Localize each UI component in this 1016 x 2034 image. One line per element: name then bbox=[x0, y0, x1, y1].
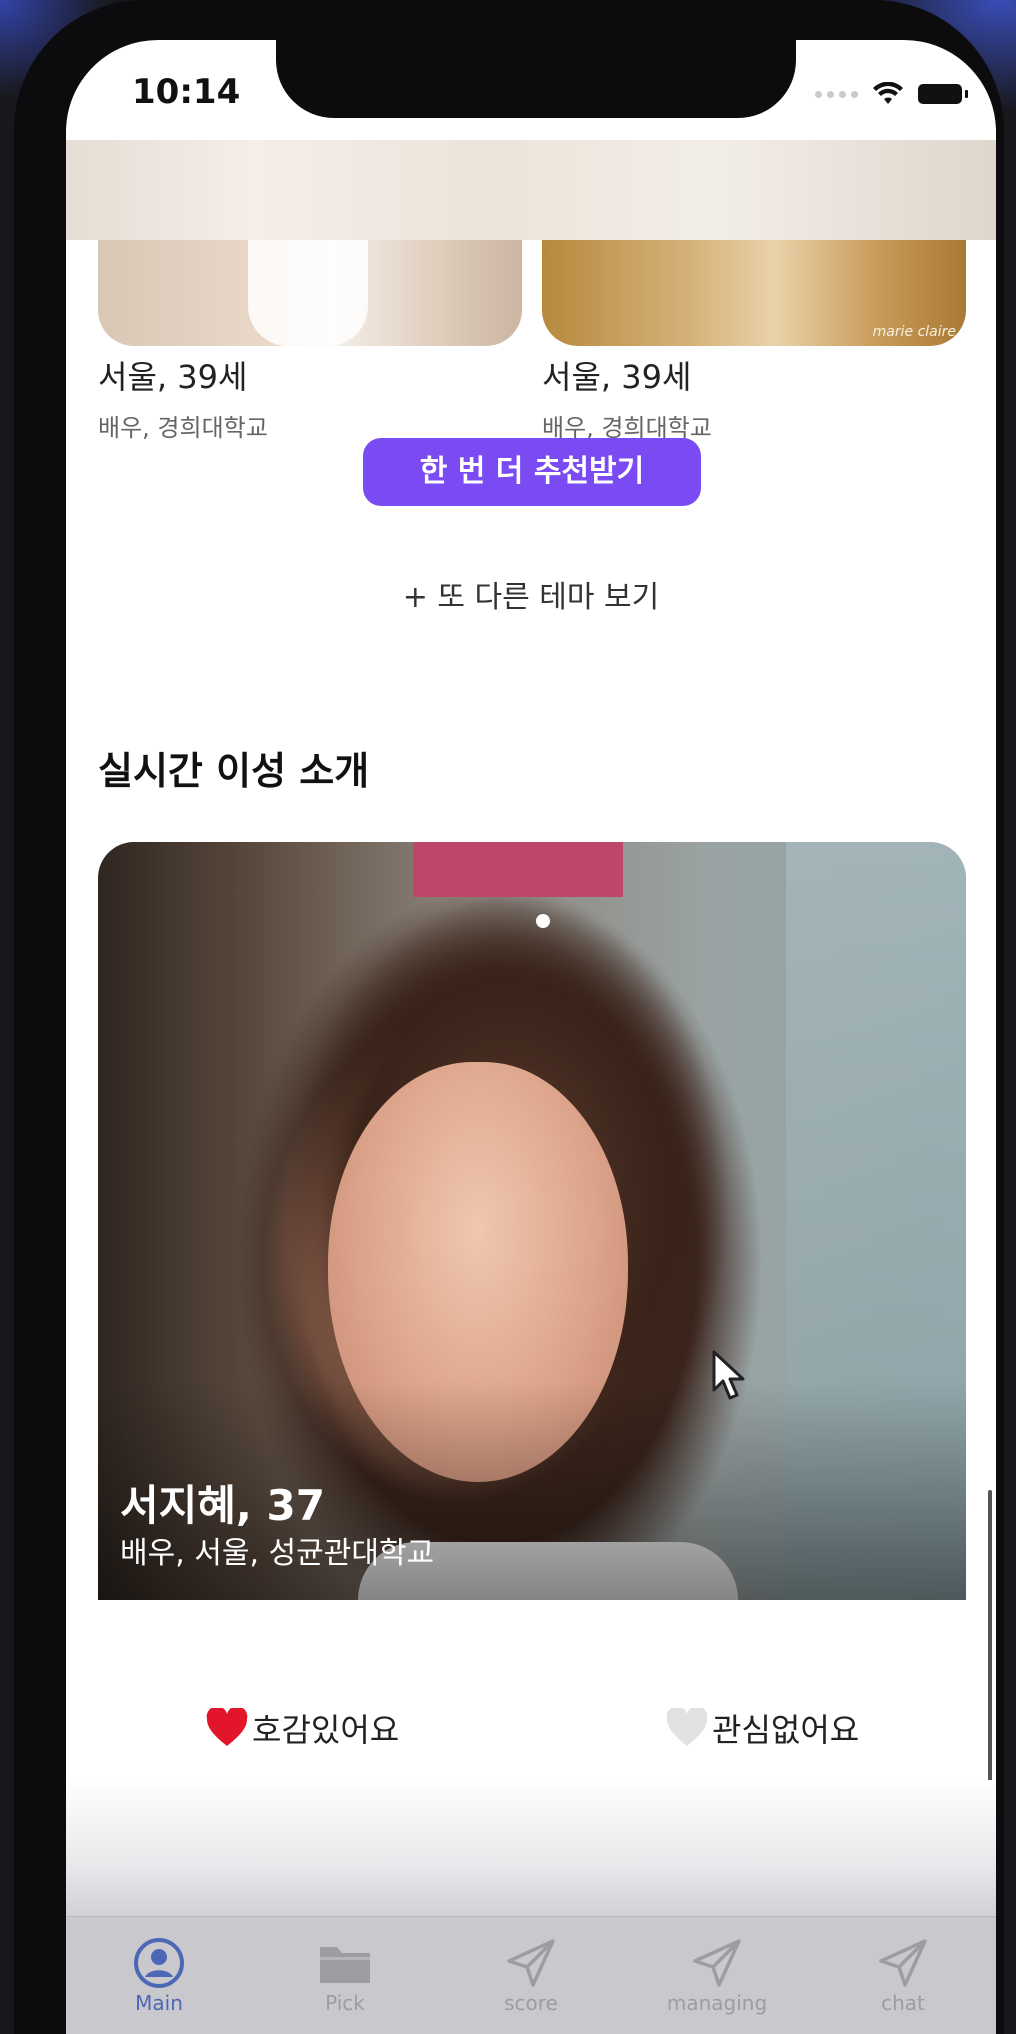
recommend-again-button[interactable]: 한 번 더 추천받기 bbox=[363, 438, 701, 506]
recommend-card-image[interactable]: marie claire bbox=[542, 240, 966, 346]
recommend-card-image[interactable] bbox=[98, 240, 522, 346]
tab-main[interactable]: Main bbox=[66, 1917, 252, 2034]
tab-bar: Main Pick score managing chat bbox=[66, 1916, 996, 2034]
pass-button[interactable]: 관심없어요 bbox=[666, 1705, 859, 1751]
app-screen: 10:14 marie claire 서울, 39세 배우, 경희대학교 서울,… bbox=[66, 40, 996, 2034]
battery-icon bbox=[918, 84, 968, 104]
page-indicator-dot[interactable] bbox=[536, 914, 550, 928]
watermark-text: marie claire bbox=[872, 324, 956, 340]
tab-score[interactable]: score bbox=[438, 1917, 624, 2034]
tab-label: Main bbox=[135, 1991, 183, 2015]
signal-icon bbox=[815, 90, 858, 98]
mouse-cursor-icon bbox=[712, 1350, 745, 1400]
tab-label: chat bbox=[881, 1991, 925, 2015]
notch bbox=[276, 40, 796, 118]
tab-label: Pick bbox=[325, 1991, 365, 2015]
send-icon bbox=[693, 1939, 741, 1987]
like-label: 호감있어요 bbox=[252, 1711, 400, 1749]
pass-label: 관심없어요 bbox=[712, 1711, 860, 1749]
person-circle-icon bbox=[134, 1938, 184, 1988]
card-location-age: 서울, 39세 bbox=[98, 358, 248, 396]
send-icon bbox=[879, 1939, 927, 1987]
tab-label: managing bbox=[666, 1991, 768, 2015]
more-theme-link[interactable]: + 또 다른 테마 보기 bbox=[66, 572, 996, 616]
folder-icon bbox=[320, 1947, 370, 1983]
status-time: 10:14 bbox=[132, 72, 241, 112]
white-heart-icon bbox=[666, 1708, 708, 1746]
tab-pick[interactable]: Pick bbox=[252, 1917, 438, 2034]
tab-chat[interactable]: chat bbox=[810, 1917, 996, 2034]
status-icons bbox=[815, 82, 968, 106]
recommend-card-meta[interactable]: 서울, 39세 배우, 경희대학교 bbox=[542, 352, 712, 443]
header-blur bbox=[66, 140, 996, 240]
red-heart-icon bbox=[206, 1708, 248, 1746]
profile-name-age: 서지혜, 37 bbox=[120, 1481, 325, 1530]
recommend-card-meta[interactable]: 서울, 39세 배우, 경희대학교 bbox=[98, 352, 268, 443]
tab-managing[interactable]: managing bbox=[624, 1917, 810, 2034]
send-icon bbox=[507, 1939, 555, 1987]
like-button[interactable]: 호감있어요 bbox=[206, 1705, 399, 1751]
profile-info: 배우, 서울, 성균관대학교 bbox=[120, 1536, 435, 1571]
phone-frame: 10:14 marie claire 서울, 39세 배우, 경희대학교 서울,… bbox=[14, 0, 1004, 2034]
card-location-age: 서울, 39세 bbox=[542, 358, 692, 396]
tab-label: score bbox=[504, 1991, 558, 2015]
wifi-icon bbox=[873, 82, 903, 104]
live-profile-card[interactable]: 서지혜, 37 배우, 서울, 성균관대학교 bbox=[98, 842, 966, 1600]
section-title: 실시간 이성 소개 bbox=[98, 749, 370, 793]
card-job-school: 배우, 경희대학교 bbox=[98, 414, 268, 442]
